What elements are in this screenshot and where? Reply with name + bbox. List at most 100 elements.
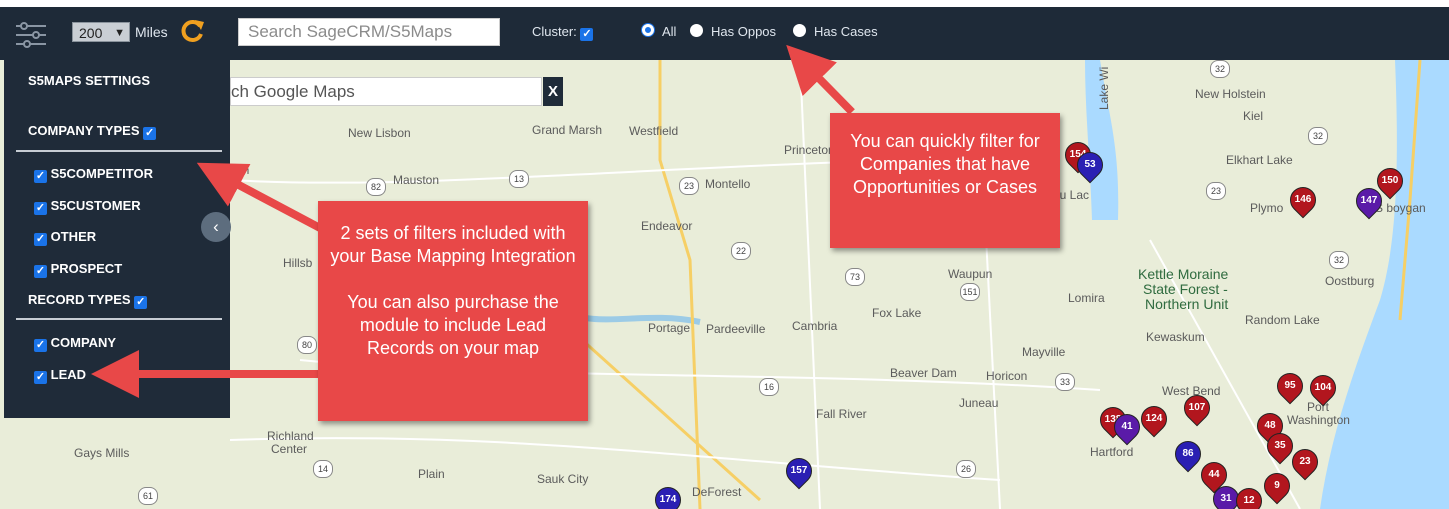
callout-base-filters-line1: 2 sets of filters included with your Bas… bbox=[330, 223, 576, 266]
place-label: Westfield bbox=[629, 124, 679, 138]
place-label: Hillsb bbox=[283, 256, 313, 270]
place-label: New Holstein bbox=[1195, 87, 1266, 101]
chevron-left-icon: ‹ bbox=[213, 217, 219, 236]
checkbox[interactable]: ✓ bbox=[34, 202, 47, 215]
radius-select[interactable]: 200 ▼ bbox=[72, 22, 130, 42]
park-label: Northern Unit bbox=[1145, 296, 1229, 312]
park-label: State Forest - bbox=[1143, 281, 1228, 297]
filter-company[interactable]: ✓ COMPANY bbox=[34, 335, 116, 352]
filter-all-label: All bbox=[662, 24, 677, 39]
checkbox[interactable]: ✓ bbox=[34, 170, 47, 183]
divider bbox=[16, 318, 222, 320]
place-label: Center bbox=[271, 442, 308, 456]
settings-panel: S5MAPS SETTINGS COMPANY TYPES ✓ ✓ S5COMP… bbox=[4, 60, 230, 418]
place-label: Endeavor bbox=[641, 219, 693, 233]
record-types-header[interactable]: RECORD TYPES ✓ bbox=[28, 292, 148, 309]
company-types-header[interactable]: COMPANY TYPES ✓ bbox=[28, 123, 157, 140]
filter-cases-label: Has Cases bbox=[814, 24, 878, 39]
highway-shield: 82 bbox=[366, 178, 386, 196]
record-types-checkbox[interactable]: ✓ bbox=[134, 296, 148, 309]
place-label: Waupun bbox=[948, 267, 993, 281]
place-label: Fall River bbox=[816, 407, 867, 421]
filter-s5competitor[interactable]: ✓ S5COMPETITOR bbox=[34, 166, 153, 183]
checkbox[interactable]: ✓ bbox=[34, 233, 47, 246]
place-label: Kiel bbox=[1243, 109, 1264, 123]
place-label: Kewaskum bbox=[1146, 330, 1205, 344]
record-types-label: RECORD TYPES bbox=[28, 292, 131, 307]
cluster-label: Cluster: bbox=[532, 24, 577, 39]
callout-quick-filter: You can quickly filter for Companies tha… bbox=[830, 113, 1060, 248]
filter-prospect[interactable]: ✓ PROSPECT bbox=[34, 261, 122, 278]
cluster-toggle[interactable]: Cluster: ✓ bbox=[532, 24, 594, 41]
collapse-panel-button[interactable]: ‹ bbox=[201, 212, 231, 242]
window-top-strip bbox=[0, 0, 1449, 7]
filter-other[interactable]: ✓ OTHER bbox=[34, 229, 96, 246]
place-label: Washington bbox=[1287, 413, 1350, 427]
highway-shield: 32 bbox=[1308, 127, 1328, 145]
toolbar: 200 ▼ Miles Search SageCRM/S5Maps Cluste… bbox=[0, 7, 1449, 60]
filter-lead[interactable]: ✓ LEAD bbox=[34, 367, 86, 384]
place-label: Princeton bbox=[784, 143, 835, 157]
highway-shield: 26 bbox=[956, 460, 976, 478]
highway-shield: 80 bbox=[297, 336, 317, 354]
cluster-checkbox[interactable]: ✓ bbox=[580, 28, 594, 41]
chevron-down-icon: ▼ bbox=[114, 27, 125, 39]
callout-base-filters-line2: You can also purchase the module to incl… bbox=[347, 292, 559, 358]
highway-shield: 73 bbox=[845, 268, 865, 286]
place-label: Pardeeville bbox=[706, 322, 766, 336]
company-types-checkbox[interactable]: ✓ bbox=[143, 127, 157, 140]
highway-shield: 33 bbox=[1055, 373, 1075, 391]
place-label: Grand Marsh bbox=[532, 123, 603, 137]
highway-shield: 13 bbox=[509, 170, 529, 188]
place-label: Plain bbox=[418, 467, 445, 481]
place-label: Mayville bbox=[1022, 345, 1066, 359]
highway-shield: 32 bbox=[1210, 60, 1230, 78]
place-label: Oostburg bbox=[1325, 274, 1375, 288]
divider bbox=[16, 150, 222, 152]
company-types-label: COMPANY TYPES bbox=[28, 123, 140, 138]
miles-label: Miles bbox=[135, 24, 168, 40]
close-search-button[interactable]: X bbox=[543, 77, 563, 106]
checkbox[interactable]: ✓ bbox=[34, 371, 47, 384]
highway-shield: 16 bbox=[759, 378, 779, 396]
highway-shield: 61 bbox=[138, 487, 158, 505]
checkbox[interactable]: ✓ bbox=[34, 265, 47, 278]
google-maps-search-input[interactable]: ch Google Maps bbox=[230, 77, 542, 106]
panel-title: S5MAPS SETTINGS bbox=[28, 73, 151, 88]
place-label: lton bbox=[230, 163, 250, 177]
place-label: Beaver Dam bbox=[890, 366, 957, 380]
place-label: Portage bbox=[648, 321, 691, 335]
place-label: Gays Mills bbox=[74, 446, 130, 460]
checkbox[interactable]: ✓ bbox=[34, 339, 47, 352]
place-label: Cambria bbox=[792, 319, 838, 333]
place-label: Horicon bbox=[986, 369, 1028, 383]
place-label: DeForest bbox=[692, 485, 742, 499]
highway-shield: 151 bbox=[960, 283, 980, 301]
highway-shield: 32 bbox=[1329, 251, 1349, 269]
refresh-icon[interactable] bbox=[178, 17, 206, 45]
place-label: New Lisbon bbox=[348, 126, 411, 140]
highway-shield: 23 bbox=[679, 177, 699, 195]
highway-shield: 14 bbox=[313, 460, 333, 478]
filter-oppos-label: Has Oppos bbox=[711, 24, 777, 39]
place-label: Juneau bbox=[959, 396, 999, 410]
callout-base-filters: 2 sets of filters included with your Bas… bbox=[318, 201, 588, 421]
place-label: Richland bbox=[267, 429, 314, 443]
place-label: Hartford bbox=[1090, 445, 1134, 459]
highway-shield: 22 bbox=[731, 242, 751, 260]
crm-search-input[interactable]: Search SageCRM/S5Maps bbox=[238, 18, 500, 46]
filter-all-radio[interactable] bbox=[642, 24, 654, 36]
place-label: Elkhart Lake bbox=[1226, 153, 1293, 167]
place-label: Fox Lake bbox=[872, 306, 922, 320]
filter-s5customer[interactable]: ✓ S5CUSTOMER bbox=[34, 198, 141, 215]
place-label: Sauk City bbox=[537, 472, 589, 486]
radius-value: 200 bbox=[79, 25, 103, 41]
filter-cases-radio[interactable] bbox=[793, 24, 806, 37]
place-label: S boygan bbox=[1375, 201, 1426, 215]
place-label: Lomira bbox=[1068, 291, 1105, 305]
place-label: Plymo bbox=[1250, 201, 1284, 215]
filter-oppos-radio[interactable] bbox=[690, 24, 703, 37]
settings-sliders-icon[interactable] bbox=[14, 19, 48, 51]
place-label: Random Lake bbox=[1245, 313, 1320, 327]
place-label: Lake Wi bbox=[1097, 66, 1111, 110]
